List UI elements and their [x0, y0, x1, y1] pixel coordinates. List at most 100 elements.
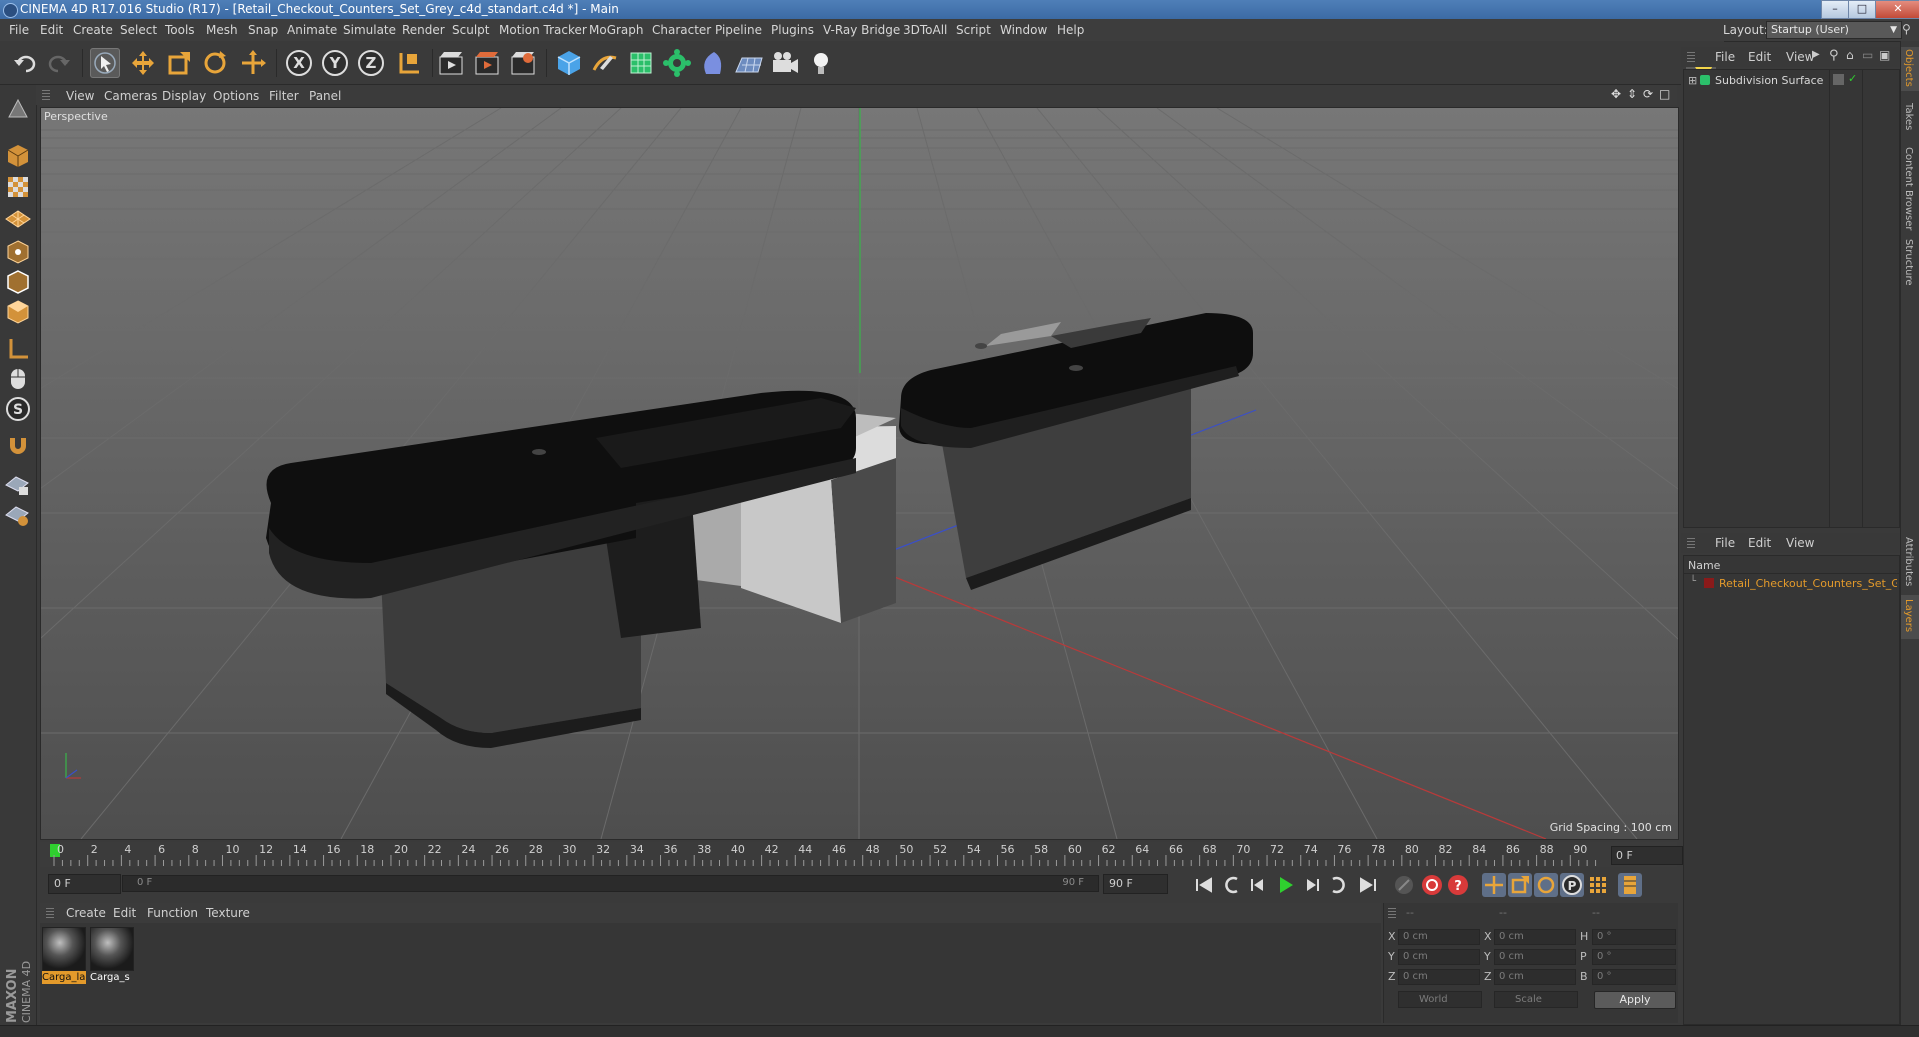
floor-icon[interactable]	[734, 48, 764, 78]
viewport-menu-cameras[interactable]: Cameras	[104, 89, 157, 103]
make-editable-icon[interactable]	[4, 95, 32, 123]
x-axis-lock-icon[interactable]: X	[284, 48, 314, 78]
menu-tools[interactable]: Tools	[165, 23, 195, 37]
key-parameter-icon[interactable]: P	[1560, 873, 1584, 897]
record-keys-disabled-icon[interactable]	[1392, 873, 1416, 897]
maximize-button[interactable]: □	[1848, 0, 1876, 19]
tab-objects[interactable]: Objects	[1903, 49, 1914, 87]
render-settings-icon[interactable]	[508, 48, 538, 78]
tweak-mode-icon[interactable]	[4, 365, 32, 393]
menu-select[interactable]: Select	[120, 23, 157, 37]
timeline-ruler[interactable]: 0 2 4 6 8 10 12 14 16 18 20 22 24 26 28 30 32 34 36 38 40 42 4…	[40, 842, 1677, 867]
tab-takes[interactable]: Takes	[1903, 103, 1914, 130]
position-y-field[interactable]: 0 cm	[1398, 949, 1480, 965]
cloner-icon[interactable]	[662, 48, 692, 78]
search-icon[interactable]: ⚲	[1829, 48, 1839, 63]
menu-render[interactable]: Render	[402, 23, 445, 37]
objects-menu-file[interactable]: File	[1715, 50, 1735, 64]
layer-row[interactable]: └ Retail_Checkout_Counters_Set_Gr	[1684, 576, 1899, 592]
menu-file[interactable]: File	[9, 23, 29, 37]
auto-key-icon[interactable]: ?	[1446, 873, 1470, 897]
render-to-picture-viewer-icon[interactable]	[472, 48, 502, 78]
size-x-field[interactable]: 0 cm	[1494, 929, 1576, 945]
light-icon[interactable]	[806, 48, 836, 78]
viewport-maximize-icon[interactable]: □	[1659, 87, 1670, 101]
close-button[interactable]: ✕	[1875, 0, 1919, 19]
viewport-menu-panel[interactable]: Panel	[309, 89, 341, 103]
edges-mode-icon[interactable]	[4, 268, 32, 296]
objects-menu-edit[interactable]: Edit	[1748, 50, 1771, 64]
scale-icon[interactable]	[164, 48, 194, 78]
menu-snap[interactable]: Snap	[248, 23, 278, 37]
workplane-mode-icon[interactable]	[4, 203, 32, 231]
next-key-icon[interactable]	[1326, 873, 1350, 897]
previous-key-icon[interactable]	[1220, 873, 1244, 897]
workplane-grid-icon[interactable]	[4, 501, 32, 529]
z-axis-lock-icon[interactable]: Z	[356, 48, 386, 78]
apply-button[interactable]: Apply	[1594, 991, 1676, 1009]
expand-icon[interactable]: ⊞	[1688, 74, 1697, 87]
timeline-window-icon[interactable]	[1618, 873, 1642, 897]
menu-more-icon[interactable]: ▶	[1812, 49, 1820, 60]
key-scale-icon[interactable]	[1508, 873, 1532, 897]
rotation-p-field[interactable]: 0 °	[1592, 949, 1676, 965]
objects-menu-view[interactable]: View	[1786, 50, 1814, 64]
layers-menu-file[interactable]: File	[1715, 536, 1735, 550]
polygons-mode-icon[interactable]	[4, 298, 32, 326]
material-menu-function[interactable]: Function	[147, 906, 198, 920]
menu-help[interactable]: Help	[1057, 23, 1084, 37]
layer-color-icon[interactable]	[1833, 74, 1844, 85]
tab-layers[interactable]: Layers	[1903, 599, 1914, 632]
new-window-icon[interactable]: ▣	[1879, 48, 1890, 62]
redo-icon[interactable]	[44, 48, 74, 78]
viewport-menu-view[interactable]: View	[66, 89, 94, 103]
menu-mograph[interactable]: MoGraph	[589, 23, 644, 37]
previous-frame-icon[interactable]	[1246, 873, 1270, 897]
points-mode-icon[interactable]	[4, 238, 32, 266]
3d-viewport[interactable]: Perspective Grid Spacing : 100 cm	[40, 107, 1679, 840]
size-z-field[interactable]: 0 cm	[1494, 969, 1576, 985]
tab-structure[interactable]: Structure	[1903, 239, 1914, 286]
subdivision-surface-icon[interactable]	[626, 48, 656, 78]
play-icon[interactable]	[1273, 873, 1297, 897]
layers-menu-edit[interactable]: Edit	[1748, 536, 1771, 550]
menu-simulate[interactable]: Simulate	[343, 23, 396, 37]
material-menu-edit[interactable]: Edit	[113, 906, 136, 920]
enabled-check-icon[interactable]: ✓	[1848, 72, 1857, 85]
model-mode-icon[interactable]	[4, 142, 32, 170]
menu-motion-tracker[interactable]: Motion Tracker	[499, 23, 587, 37]
start-frame-field[interactable]: 0 F	[48, 874, 121, 894]
end-frame-field[interactable]: 90 F	[1103, 874, 1168, 894]
preview-range-slider[interactable]: 0 F 90 F	[122, 875, 1099, 892]
next-frame-icon[interactable]	[1300, 873, 1324, 897]
tab-attributes[interactable]: Attributes	[1903, 537, 1914, 586]
axis-mode-icon[interactable]	[4, 335, 32, 363]
search-icon[interactable]: ⚲	[1902, 22, 1911, 36]
minimize-button[interactable]: –	[1821, 0, 1849, 19]
key-rotation-icon[interactable]	[1534, 873, 1558, 897]
key-position-icon[interactable]	[1482, 873, 1506, 897]
menu-3dtoall[interactable]: 3DToAll	[903, 23, 947, 37]
viewport-menu-options[interactable]: Options	[213, 89, 259, 103]
material-item[interactable]: Carga_s	[90, 927, 134, 985]
render-view-icon[interactable]	[436, 48, 466, 78]
current-frame-field[interactable]: 0 F	[1611, 846, 1683, 865]
transform-icon[interactable]	[238, 48, 268, 78]
viewport-menu-filter[interactable]: Filter	[269, 89, 299, 103]
menu-script[interactable]: Script	[956, 23, 991, 37]
viewport-zoom-icon[interactable]: ⇕	[1627, 87, 1637, 101]
material-menu-create[interactable]: Create	[66, 906, 106, 920]
position-x-field[interactable]: 0 cm	[1398, 929, 1480, 945]
key-point-level-icon[interactable]	[1586, 873, 1610, 897]
coordinate-space-dropdown[interactable]: World	[1398, 991, 1482, 1008]
magnet-icon[interactable]	[4, 432, 32, 460]
record-icon[interactable]	[1420, 873, 1444, 897]
camera-icon[interactable]	[770, 48, 800, 78]
viewport-rotate-icon[interactable]: ⟳	[1643, 87, 1653, 101]
bookmark-icon[interactable]: ▭	[1862, 48, 1873, 62]
lock-workplane-icon[interactable]	[4, 471, 32, 499]
rotation-b-field[interactable]: 0 °	[1592, 969, 1676, 985]
menu-sculpt[interactable]: Sculpt	[452, 23, 489, 37]
snap-icon[interactable]: S	[4, 395, 32, 423]
menu-create[interactable]: Create	[73, 23, 113, 37]
